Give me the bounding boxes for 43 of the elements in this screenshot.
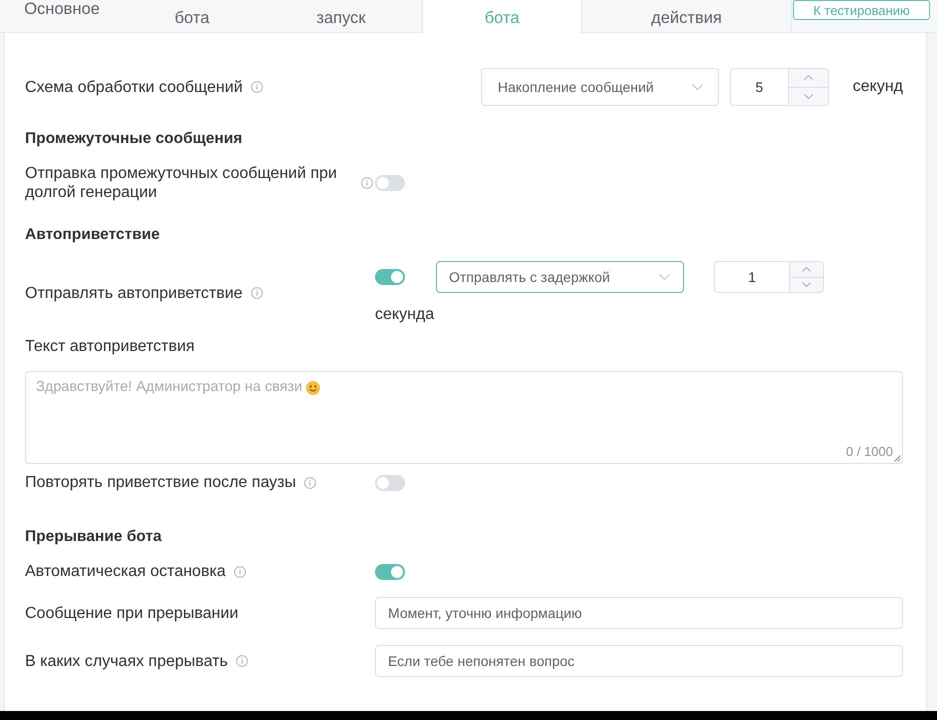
number-stepper[interactable]: 5 [730, 68, 829, 106]
field-label: Текст автоприветствия [25, 337, 195, 357]
character-counter: 0 / 1000 [846, 444, 893, 459]
field-label: Отправка промежуточных сообщений при долгой генерации [25, 164, 338, 202]
chevron-down-icon [659, 274, 670, 280]
field-label: Сообщение при прерывании [25, 604, 238, 622]
increment-button[interactable] [788, 69, 828, 86]
caret-up-icon [804, 75, 813, 80]
increment-button[interactable] [789, 262, 823, 276]
chevron-down-icon [692, 84, 703, 90]
toggle-switch[interactable] [375, 564, 405, 580]
section-heading: Автоприветствие [25, 225, 160, 245]
caret-down-icon [802, 282, 811, 288]
toggle-switch[interactable] [375, 474, 405, 490]
field-label: В каких случаях прерывать [25, 652, 228, 670]
decrement-button[interactable] [789, 276, 823, 292]
section-heading: Прерывание бота [25, 527, 162, 547]
number-input[interactable]: 1 [715, 262, 789, 292]
dropdown-select[interactable]: Накопление сообщений [480, 68, 719, 106]
resize-handle-icon [894, 455, 901, 462]
tab[interactable]: бота [124, 0, 260, 33]
text-area[interactable]: Здравствуйте! Администратор на связи 0 / 1000 [25, 371, 903, 464]
toggle-switch[interactable] [375, 269, 405, 285]
placeholder-text: Здравствуйте! Администратор на связи [36, 378, 302, 397]
field-label: Автоматическая остановка [25, 562, 226, 581]
caret-down-icon [804, 94, 813, 99]
tab[interactable]: запуск [260, 0, 422, 33]
smiley-emoji-icon [306, 380, 320, 394]
caret-up-icon [802, 266, 811, 272]
unit-label: секунд [852, 77, 903, 97]
text-input[interactable]: Момент, уточню информацию [375, 597, 903, 629]
field-label: Отправлять автоприветствие [25, 284, 243, 302]
dropdown-select[interactable]: Отправлять с задержкой [436, 261, 684, 293]
tab[interactable]: Основное [0, 0, 124, 33]
toggle-switch[interactable] [375, 175, 405, 191]
number-input[interactable]: 5 [730, 69, 788, 105]
unit-label: секунда [375, 305, 436, 325]
number-stepper[interactable]: 1 [714, 261, 824, 293]
decrement-button[interactable] [788, 86, 828, 105]
field-label: Повторять приветствие после паузы [25, 473, 296, 492]
section-heading: Промежуточные сообщения [25, 129, 242, 149]
text-input[interactable]: Если тебе непонятен вопрос [375, 645, 903, 677]
field-label: Схема обработки сообщений [25, 78, 243, 96]
